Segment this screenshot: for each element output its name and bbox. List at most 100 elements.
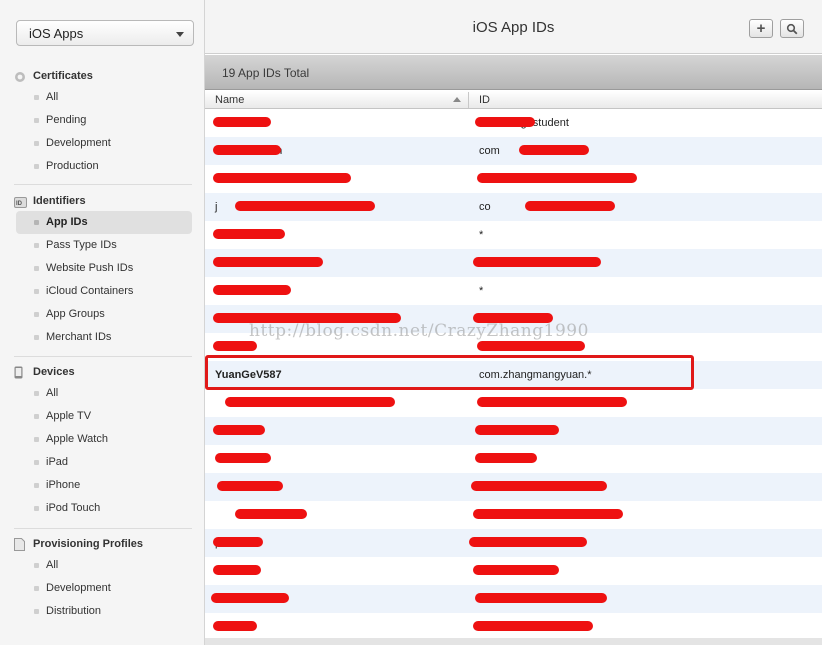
table-row[interactable]: *: [205, 221, 822, 249]
table-row[interactable]: [205, 165, 822, 193]
redaction-mark: [217, 481, 283, 491]
column-id-header[interactable]: ID: [479, 94, 490, 106]
page-title: iOS App IDs: [472, 19, 555, 36]
sidebar-section-devices: Devices All Apple TV Apple Watch iPad iPhone i…: [0, 362, 205, 520]
section-title-text: Certificates: [33, 70, 93, 82]
table-row[interactable]: [205, 473, 822, 501]
bullet-icon: [34, 563, 39, 568]
bullet-icon: [34, 335, 39, 340]
column-header: Name ID: [205, 91, 822, 109]
bullet-icon: [34, 586, 39, 591]
column-name-header[interactable]: Name: [215, 94, 244, 106]
sidebar-item-ipad[interactable]: iPad: [0, 451, 205, 474]
redaction-mark: [213, 425, 265, 435]
app-id-identifier: co: [479, 201, 491, 213]
sidebar-item-development[interactable]: Development: [0, 132, 205, 155]
sidebar-item-app-ids[interactable]: App IDs: [16, 211, 192, 234]
sidebar-item-icloud-containers[interactable]: iCloud Containers: [0, 280, 205, 303]
redaction-mark: [213, 257, 323, 267]
sidebar-item-label: Apple Watch: [46, 433, 108, 445]
sidebar-item-label: iCloud Containers: [46, 285, 134, 297]
add-button[interactable]: +: [749, 19, 773, 38]
sidebar-item-all[interactable]: All: [0, 86, 205, 109]
sidebar-item-label: Development: [46, 137, 111, 149]
svg-text:ID: ID: [16, 201, 23, 207]
toolbar: iOS App IDs +: [205, 0, 822, 54]
bullet-icon: [34, 141, 39, 146]
table-row[interactable]: [205, 389, 822, 417]
sidebar-item-label: Pending: [46, 114, 87, 126]
redaction-mark: [477, 341, 585, 351]
sidebar-section-provisioning-profiles: Provisioning Profiles All Development Distr…: [0, 534, 205, 623]
table-row[interactable]: j co: [205, 193, 822, 221]
redaction-mark: [235, 509, 307, 519]
sidebar-item-label: App IDs: [46, 216, 88, 228]
sidebar-item-iphone[interactable]: iPhone: [0, 474, 205, 497]
document-icon: [14, 538, 26, 551]
sidebar-item-pass-type-ids[interactable]: Pass Type IDs: [0, 234, 205, 257]
bullet-icon: [34, 118, 39, 123]
redaction-mark: [473, 621, 593, 631]
platform-select[interactable]: iOS Apps: [16, 20, 194, 46]
sidebar-item-label: All: [46, 387, 59, 399]
sidebar-item-ipod-touch[interactable]: iPod Touch: [0, 497, 205, 520]
redaction-mark: [475, 425, 559, 435]
table-row[interactable]: [205, 501, 822, 529]
sidebar-item-pending[interactable]: Pending: [0, 109, 205, 132]
watermark: http://blog.csdn.net/CrazyZhang1990: [249, 321, 589, 341]
table-row[interactable]: [205, 445, 822, 473]
sidebar-item-merchant-ids[interactable]: Merchant IDs: [0, 326, 205, 349]
search-button[interactable]: [780, 19, 804, 38]
section-title-text: Devices: [33, 366, 75, 378]
sidebar-item-label: All: [46, 91, 59, 103]
id-icon: ID: [14, 195, 27, 208]
redaction-mark: [213, 229, 285, 239]
sidebar-item-label: iPod Touch: [46, 502, 101, 514]
sidebar-item-apple-tv[interactable]: Apple TV: [0, 405, 205, 428]
sidebar-section-title: ID Identifiers: [0, 191, 205, 211]
table-row[interactable]: *: [205, 277, 822, 305]
redaction-mark: [213, 145, 281, 155]
table-row[interactable]: 2GClassPushcom: [205, 137, 822, 165]
table-row[interactable]: [205, 613, 822, 641]
sidebar-item-all[interactable]: All: [0, 554, 205, 577]
sidebar-item-label: App Groups: [46, 308, 105, 320]
sort-ascending-icon[interactable]: [453, 97, 461, 102]
app-id-identifier: com: [479, 145, 500, 157]
sidebar-item-production[interactable]: Production: [0, 155, 205, 178]
redaction-mark: [213, 341, 257, 351]
redaction-mark: [215, 453, 271, 463]
bullet-icon: [34, 414, 39, 419]
bullet-icon: [34, 95, 39, 100]
table-row[interactable]: com.caugastudent: [205, 109, 822, 137]
table-row[interactable]: [205, 557, 822, 585]
table-row[interactable]: [205, 249, 822, 277]
sidebar-item-label: Apple TV: [46, 410, 92, 422]
bottom-edge: [205, 638, 822, 645]
redaction-mark: [525, 201, 615, 211]
sidebar-item-apple-watch[interactable]: Apple Watch: [0, 428, 205, 451]
sidebar-item-label: Merchant IDs: [46, 331, 112, 343]
redaction-mark: [477, 397, 627, 407]
sidebar-item-label: Distribution: [46, 605, 102, 617]
table-row[interactable]: prest: [205, 529, 822, 557]
device-icon: [14, 366, 26, 379]
sidebar-item-website-push-ids[interactable]: Website Push IDs: [0, 257, 205, 280]
redaction-mark: [213, 117, 271, 127]
sidebar-item-development[interactable]: Development: [0, 577, 205, 600]
redaction-mark: [213, 285, 291, 295]
column-divider: [468, 92, 469, 108]
redaction-mark: [469, 537, 587, 547]
redaction-mark: [211, 593, 289, 603]
table-row[interactable]: [205, 417, 822, 445]
bullet-icon: [34, 289, 39, 294]
bullet-icon: [34, 312, 39, 317]
sidebar-item-all[interactable]: All: [0, 382, 205, 405]
platform-select-label: iOS Apps: [29, 26, 84, 41]
sidebar-item-distribution[interactable]: Distribution: [0, 600, 205, 623]
sidebar-item-label: iPad: [46, 456, 69, 468]
redaction-mark: [475, 593, 607, 603]
table-row[interactable]: stPush: [205, 585, 822, 613]
sidebar-item-app-groups[interactable]: App Groups: [0, 303, 205, 326]
certificate-icon: [14, 70, 26, 82]
